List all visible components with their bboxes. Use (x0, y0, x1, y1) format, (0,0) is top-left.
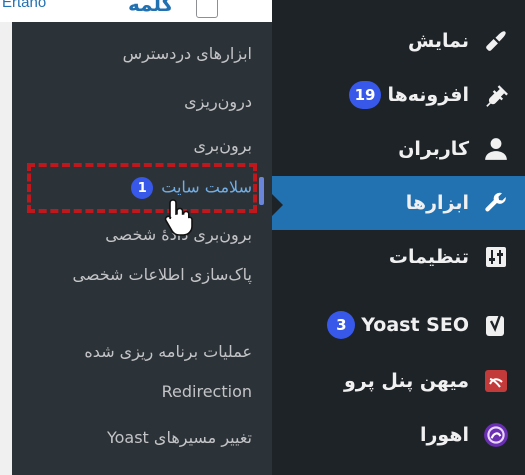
submenu-item-available-tools[interactable]: ابزارهای دردسترس (123, 44, 252, 63)
wrench-icon (481, 188, 511, 218)
menu-item-plugins[interactable]: 19 افزونه‌ها (272, 68, 525, 122)
ahura-icon (481, 420, 511, 450)
author-link[interactable]: Ertano (2, 0, 46, 11)
mihanpanel-icon (481, 366, 511, 396)
submenu-item-export[interactable]: برون‌بری (193, 136, 252, 155)
menu-item-mihanpanel[interactable]: میهن پنل پرو (272, 354, 525, 408)
menu-item-tools[interactable]: ابزارها (272, 176, 525, 230)
submenu-item-erase-personal-data[interactable]: پاک‌سازی اطلاعات شخصی (52, 260, 252, 290)
hand-pointer-cursor (162, 196, 194, 236)
menu-item-label: میهن پنل پرو (343, 370, 469, 392)
active-menu-arrow (272, 194, 283, 216)
yoast-notification-badge: 3 (327, 311, 356, 339)
user-icon (481, 134, 511, 164)
plugins-update-badge: 19 (348, 81, 382, 109)
admin-sidebar: نمایش 19 افزونه‌ها کاربران ابزارها تنظیم… (272, 0, 525, 475)
yoast-icon (481, 310, 511, 340)
menu-item-ahura[interactable]: اهورا (272, 408, 525, 462)
menu-item-label: نمایش (408, 30, 469, 52)
page-header-strip: Ertano کلمه (0, 0, 272, 22)
current-item-marker (259, 177, 264, 205)
submenu-item-scheduled-actions[interactable]: عملیات برنامه ریزی شده (84, 342, 252, 361)
menu-item-yoast-seo[interactable]: 3 Yoast SEO (272, 298, 525, 352)
paintbrush-icon (481, 26, 511, 56)
menu-item-label: Yoast SEO (361, 314, 469, 336)
tools-submenu: ابزارهای دردسترس درون‌ریزی برون‌بری سلام… (12, 22, 272, 475)
menu-item-label: کاربران (398, 138, 469, 160)
menu-item-users[interactable]: کاربران (272, 122, 525, 176)
menu-item-settings[interactable]: تنظیمات (272, 230, 525, 284)
menu-item-label: ابزارها (405, 192, 469, 214)
menu-item-label: اهورا (419, 424, 469, 446)
submenu-item-yoast-redirects[interactable]: تغییر مسیرهای Yoast (107, 428, 252, 447)
menu-separator (272, 290, 525, 298)
menu-item-label: تنظیمات (388, 246, 469, 268)
plugin-icon (481, 80, 511, 110)
submenu-item-redirection[interactable]: Redirection (162, 382, 252, 401)
column-header-word[interactable]: کلمه (128, 0, 173, 16)
submenu-item-import[interactable]: درون‌ریزی (184, 92, 252, 111)
menu-item-appearance[interactable]: نمایش (272, 14, 525, 68)
highlight-annotation (27, 163, 257, 213)
select-all-checkbox[interactable] (196, 0, 218, 18)
settings-sliders-icon (481, 242, 511, 272)
menu-item-label: افزونه‌ها (387, 84, 469, 106)
